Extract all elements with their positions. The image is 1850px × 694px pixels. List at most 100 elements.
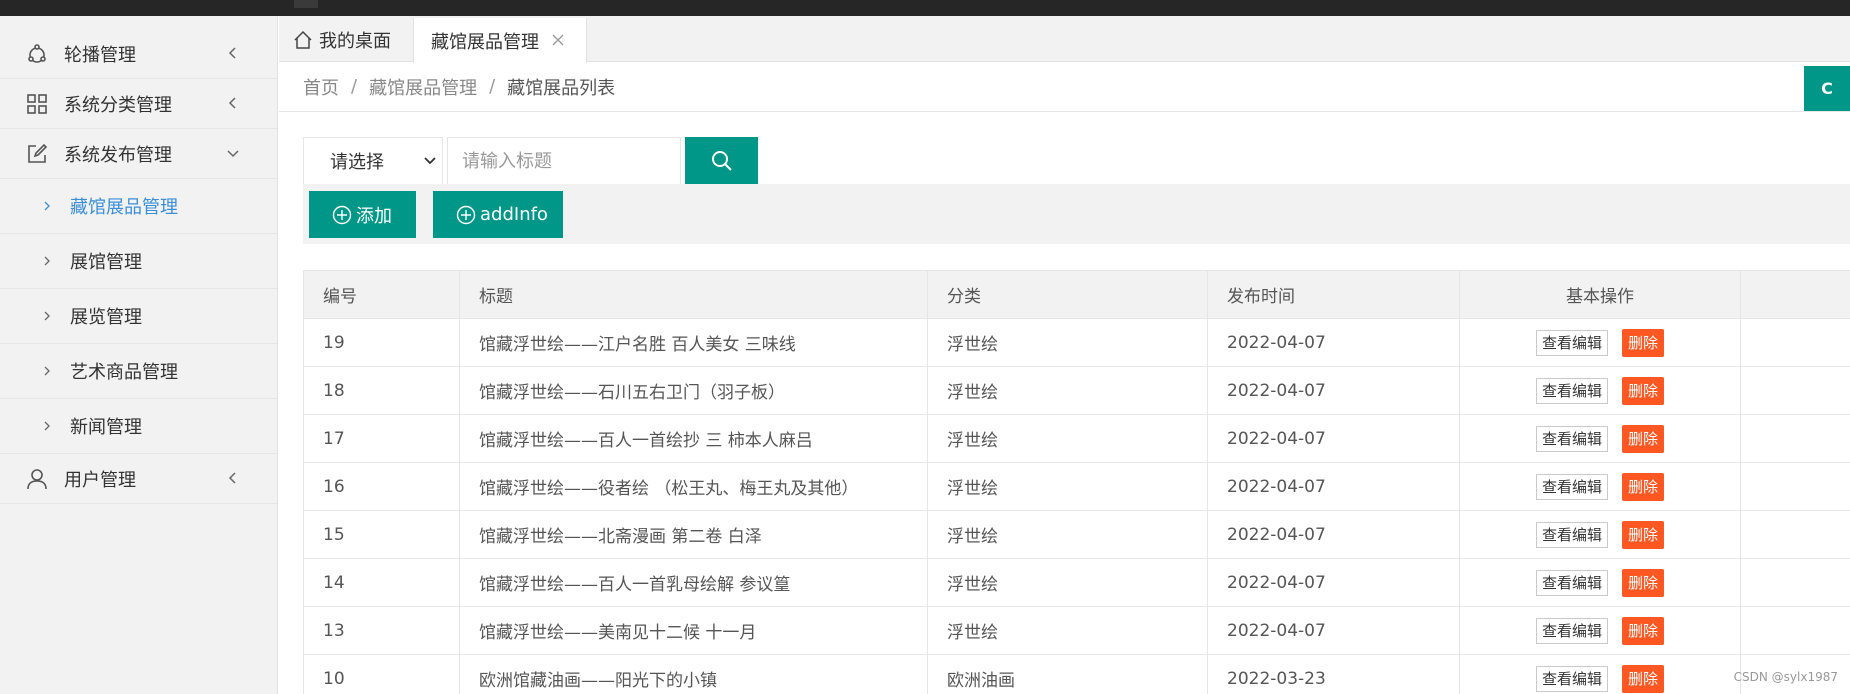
sidebar-item-label: 用户管理 [64, 469, 136, 491]
cell-actions: 查看编辑 删除 [1459, 558, 1741, 607]
column-header-title: 标题 [459, 270, 928, 319]
view-edit-button[interactable]: 查看编辑 [1535, 329, 1608, 356]
column-header-actions: 基本操作 [1459, 270, 1741, 319]
table-row: 16 馆藏浮世绘——役者绘 （松王丸、梅王丸及其他） 浮世绘 2022-04-07 查看… [303, 462, 1850, 511]
search-button[interactable] [685, 137, 758, 185]
breadcrumb: 首页 / 藏馆展品管理 / 藏馆展品列表 [279, 62, 1850, 112]
cell-blank [1740, 558, 1850, 607]
cell-title: 馆藏浮世绘——百人一首乳母绘解 参议篁 [459, 558, 928, 607]
sidebar-sub-item-halls[interactable]: 展馆管理 [0, 234, 277, 289]
close-icon[interactable] [550, 32, 566, 48]
sidebar-item-carousel[interactable]: 轮播管理 [0, 29, 277, 79]
table-row: 14 馆藏浮世绘——百人一首乳母绘解 参议篁 浮世绘 2022-04-07 查看编辑 删除 [303, 558, 1850, 607]
cell-actions: 查看编辑 删除 [1459, 318, 1741, 367]
sidebar-sub-item-exhibitions[interactable]: 展览管理 [0, 289, 277, 344]
chevron-right-icon [44, 366, 50, 376]
cell-category: 浮世绘 [927, 462, 1208, 511]
tab-label: 藏馆展品管理 [431, 31, 539, 53]
sidebar-item-publish[interactable]: 系统发布管理 [0, 129, 277, 179]
cell-title: 馆藏浮世绘——江户名胜 百人美女 三味线 [459, 318, 928, 367]
cell-blank [1740, 414, 1850, 463]
add-button[interactable]: 添加 [309, 191, 416, 238]
refresh-button[interactable]: C [1804, 66, 1850, 111]
delete-button[interactable]: 删除 [1622, 472, 1665, 501]
chevron-right-icon [44, 311, 50, 321]
sidebar-sub-item-news[interactable]: 新闻管理 [0, 399, 277, 454]
cell-id: 14 [303, 558, 460, 607]
cell-date: 2022-04-07 [1207, 558, 1460, 607]
cell-category: 浮世绘 [927, 558, 1208, 607]
chevron-left-icon [228, 472, 236, 484]
tab-label: 我的桌面 [319, 31, 391, 52]
top-bar-button[interactable] [294, 0, 318, 8]
delete-button[interactable]: 删除 [1622, 328, 1665, 357]
breadcrumb-separator: / [351, 76, 358, 97]
delete-button[interactable]: 删除 [1622, 424, 1665, 453]
chevron-down-icon [227, 150, 239, 158]
title-search-input[interactable] [447, 137, 681, 185]
cell-date: 2022-04-07 [1207, 318, 1460, 367]
sidebar-sub-item-label: 艺术商品管理 [70, 362, 178, 383]
user-icon [26, 468, 48, 490]
chevron-right-icon [44, 421, 50, 431]
sidebar-item-users[interactable]: 用户管理 [0, 454, 277, 504]
action-bar: 添加 addInfo [303, 184, 1850, 244]
cell-id: 18 [303, 366, 460, 415]
sidebar-sub-item-label: 展馆管理 [70, 252, 142, 273]
view-edit-button[interactable]: 查看编辑 [1535, 665, 1608, 692]
cell-blank [1740, 462, 1850, 511]
cell-date: 2022-04-07 [1207, 606, 1460, 655]
cell-title: 馆藏浮世绘——北斋漫画 第二卷 白泽 [459, 510, 928, 559]
cell-title: 馆藏浮世绘——石川五右卫门（羽子板） [459, 366, 928, 415]
sidebar-item-label: 轮播管理 [64, 44, 136, 66]
cell-date: 2022-04-07 [1207, 510, 1460, 559]
view-edit-button[interactable]: 查看编辑 [1535, 569, 1608, 596]
top-bar [0, 0, 1850, 16]
column-header-id: 编号 [303, 270, 460, 319]
delete-button[interactable]: 删除 [1622, 376, 1665, 405]
delete-button[interactable]: 删除 [1622, 568, 1665, 597]
view-edit-button[interactable]: 查看编辑 [1535, 617, 1608, 644]
tab-home[interactable]: 我的桌面 [293, 18, 391, 62]
view-edit-button[interactable]: 查看编辑 [1535, 521, 1608, 548]
chevron-left-icon [228, 47, 236, 59]
table-row: 10 欧洲馆藏油画——阳光下的小镇 欧洲油画 2022-03-23 查看编辑 删除 [303, 654, 1850, 694]
cell-title: 馆藏浮世绘——百人一首绘抄 三 柿本人麻吕 [459, 414, 928, 463]
breadcrumb-section[interactable]: 藏馆展品管理 [369, 74, 477, 100]
cell-date: 2022-04-07 [1207, 462, 1460, 511]
delete-button[interactable]: 删除 [1622, 520, 1665, 549]
home-icon [294, 30, 312, 49]
cell-id: 13 [303, 606, 460, 655]
table-row: 17 馆藏浮世绘——百人一首绘抄 三 柿本人麻吕 浮世绘 2022-04-07 查看编辑… [303, 414, 1850, 463]
chevron-right-icon [44, 256, 50, 266]
sidebar: 轮播管理 系统分类管理 系统发布管理 藏馆展品管理 展馆管理 展览管理 艺术商品… [0, 16, 278, 694]
column-header-category: 分类 [927, 270, 1208, 319]
add-info-button[interactable]: addInfo [433, 191, 563, 238]
sidebar-sub-item-label: 藏馆展品管理 [70, 197, 178, 218]
cell-category: 浮世绘 [927, 366, 1208, 415]
sidebar-sub-item-art-goods[interactable]: 艺术商品管理 [0, 344, 277, 399]
tab-current[interactable]: 藏馆展品管理 [413, 18, 587, 63]
cell-title: 馆藏浮世绘——役者绘 （松王丸、梅王丸及其他） [459, 462, 928, 511]
chevron-right-icon [44, 201, 50, 211]
view-edit-button[interactable]: 查看编辑 [1535, 377, 1608, 404]
carousel-icon [26, 43, 48, 65]
cell-actions: 查看编辑 删除 [1459, 366, 1741, 415]
sidebar-item-category[interactable]: 系统分类管理 [0, 79, 277, 129]
cell-title: 欧洲馆藏油画——阳光下的小镇 [459, 654, 928, 694]
table-row: 15 馆藏浮世绘——北斋漫画 第二卷 白泽 浮世绘 2022-04-07 查看编辑 删除 [303, 510, 1850, 559]
breadcrumb-home[interactable]: 首页 [303, 74, 339, 100]
view-edit-button[interactable]: 查看编辑 [1535, 425, 1608, 452]
cell-blank [1740, 606, 1850, 655]
delete-button[interactable]: 删除 [1622, 616, 1665, 645]
sidebar-sub-item-exhibits[interactable]: 藏馆展品管理 [0, 179, 277, 234]
cell-category: 欧洲油画 [927, 654, 1208, 694]
tab-bar: 我的桌面 藏馆展品管理 [279, 16, 1850, 63]
sidebar-item-label: 系统分类管理 [64, 94, 172, 116]
view-edit-button[interactable]: 查看编辑 [1535, 473, 1608, 500]
table-row: 13 馆藏浮世绘——美南见十二候 十一月 浮世绘 2022-04-07 查看编辑 删除 [303, 606, 1850, 655]
category-select[interactable]: 请选择 [303, 137, 443, 185]
cell-id: 19 [303, 318, 460, 367]
delete-button[interactable]: 删除 [1622, 664, 1665, 693]
cell-id: 10 [303, 654, 460, 694]
